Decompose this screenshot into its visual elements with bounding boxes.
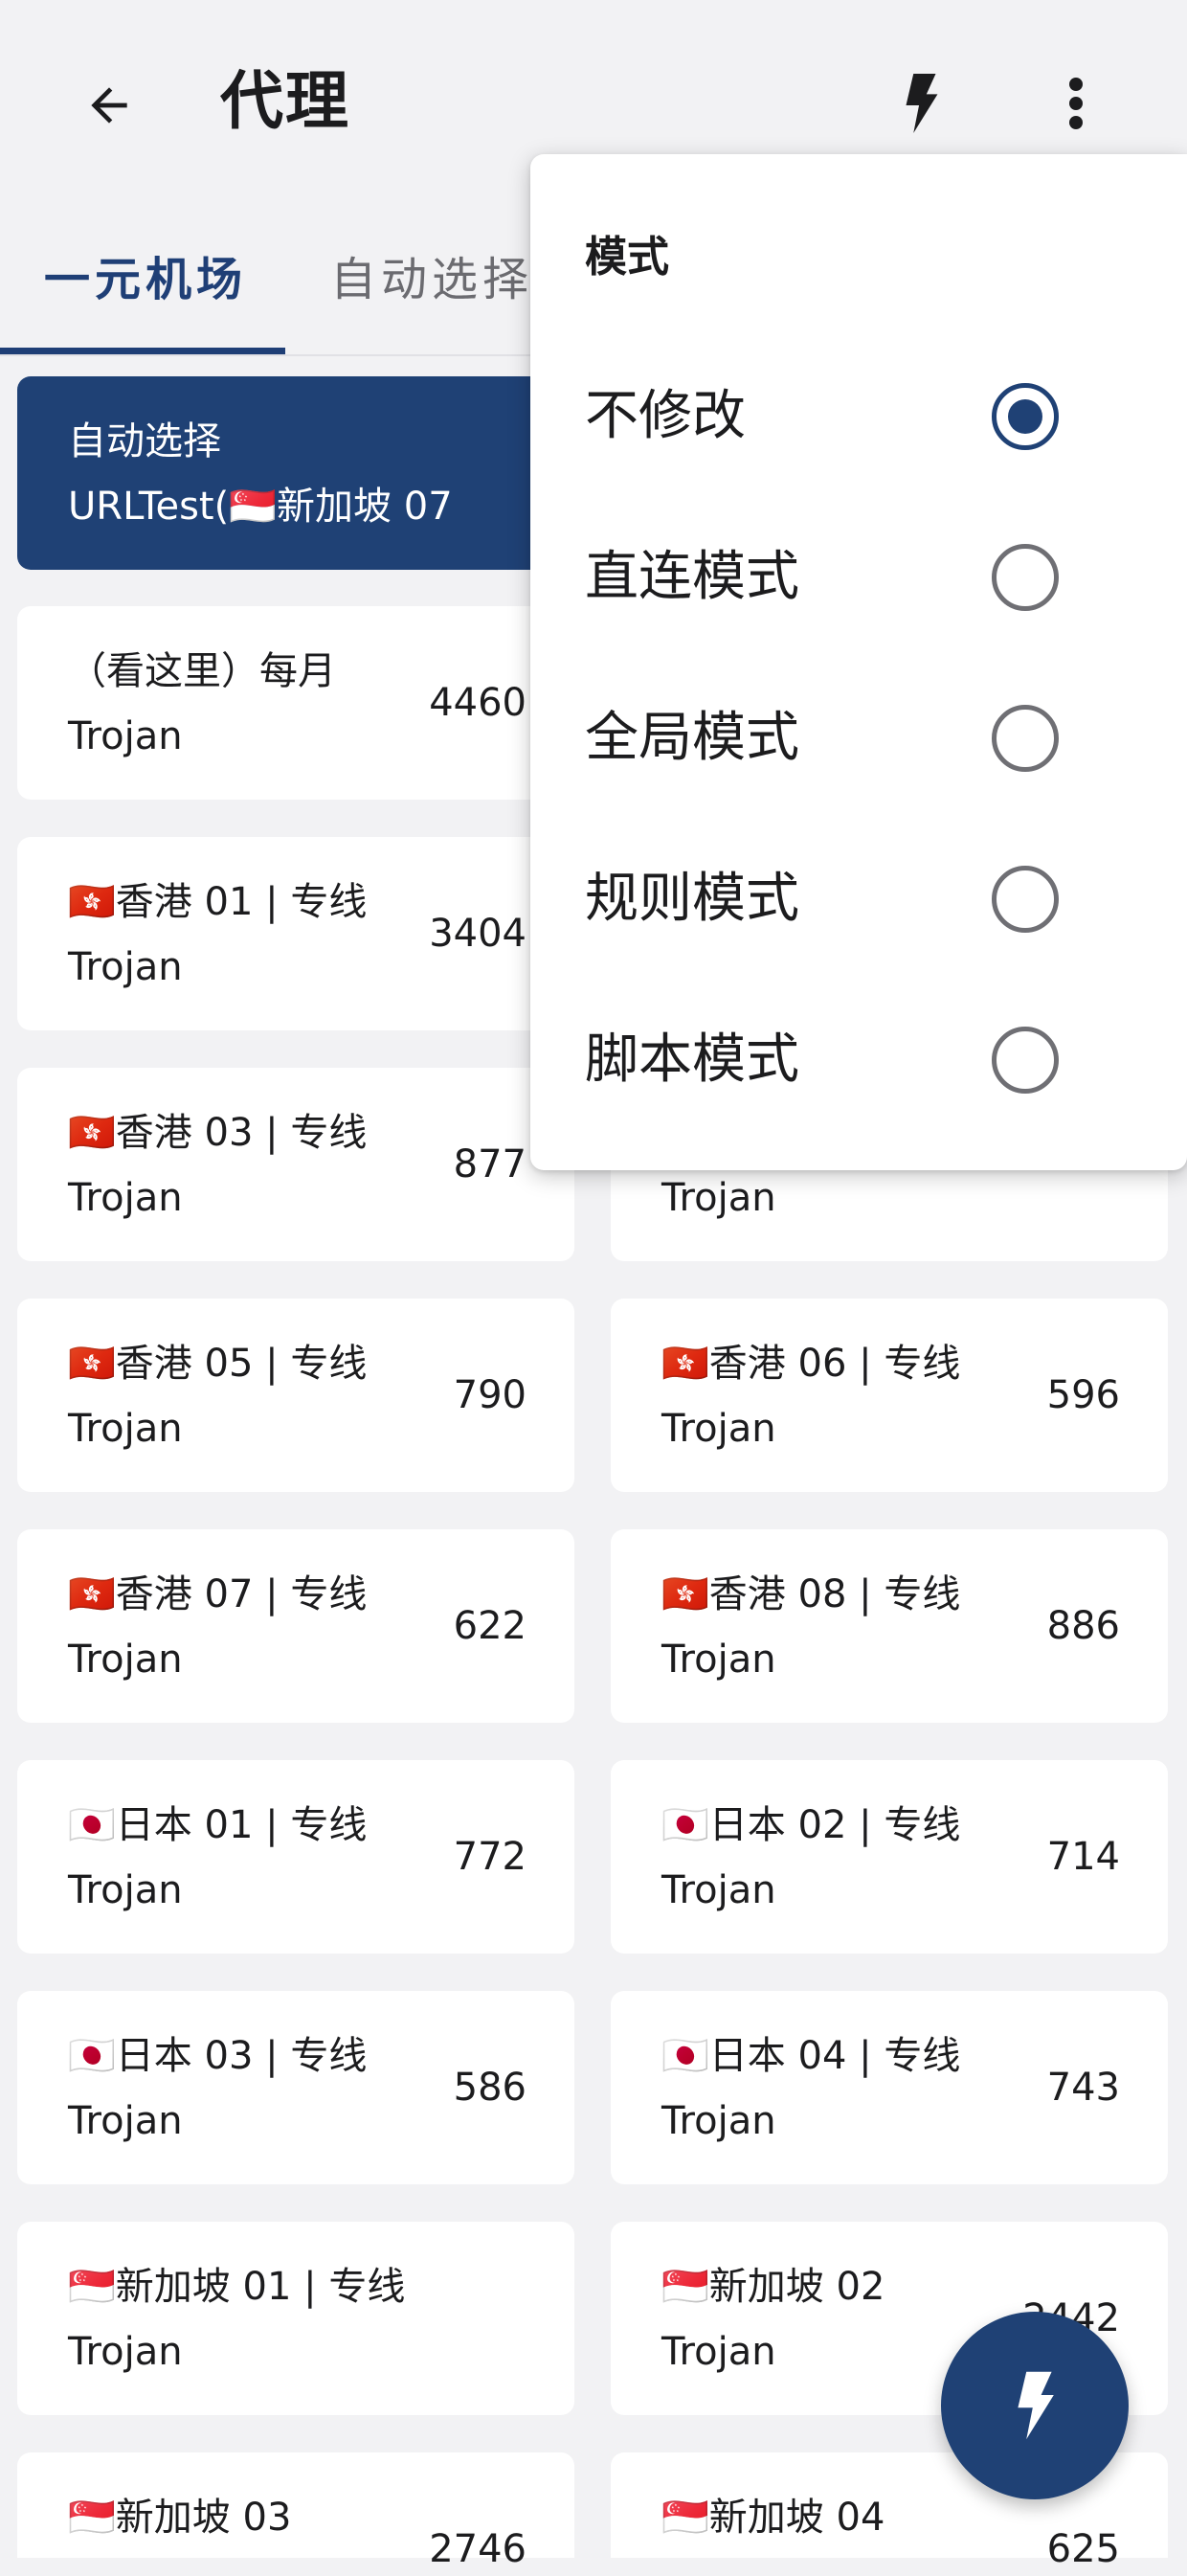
proxy-name: 🇯🇵日本 01 | 专线 (68, 1803, 368, 1847)
proxy-name: 🇸🇬新加坡 03 (68, 2496, 292, 2540)
proxy-type: Trojan (68, 2330, 183, 2374)
proxy-name: 🇭🇰香港 07 | 专线 (68, 1572, 368, 1616)
proxy-name: 🇭🇰香港 06 | 专线 (661, 1342, 961, 1386)
proxy-name: 🇯🇵日本 03 | 专线 (68, 2034, 368, 2078)
more-options-button[interactable] (1041, 63, 1110, 144)
proxy-name: 🇸🇬新加坡 01 | 专线 (68, 2265, 406, 2309)
proxy-type: Trojan (68, 1407, 183, 1451)
tab-group-2[interactable]: 自动选择 (330, 239, 533, 358)
mode-option-direct[interactable]: 直连模式 (530, 497, 1187, 658)
arrow-left-icon (91, 87, 127, 124)
radio-unchecked-icon[interactable] (992, 866, 1059, 933)
proxy-name: （看这里）每月 (68, 649, 336, 693)
mode-option-label: 不修改 (585, 385, 746, 447)
tab-group-1[interactable]: 一元机场 (44, 239, 247, 358)
proxy-card[interactable]: （看这里）每月 Trojan 4460 (17, 606, 574, 800)
proxy-card[interactable]: 🇭🇰香港 08 | 专线 Trojan 886 (611, 1529, 1168, 1723)
proxy-type: Trojan (68, 714, 183, 758)
proxy-delay: 4460 (429, 681, 526, 725)
delay-test-button[interactable] (881, 63, 961, 144)
more-vertical-icon (1069, 78, 1083, 129)
proxy-delay: 596 (1046, 1373, 1120, 1417)
proxy-card[interactable]: 🇯🇵日本 04 | 专线 Trojan 743 (611, 1991, 1168, 2184)
tab-indicator (0, 348, 285, 354)
proxy-card[interactable]: 🇭🇰香港 01 | 专线 Trojan 3404 (17, 837, 574, 1030)
mode-menu-header: 模式 (585, 233, 669, 282)
proxy-card[interactable]: 🇸🇬新加坡 01 | 专线 Trojan (17, 2222, 574, 2415)
mode-option-label: 规则模式 (585, 868, 799, 930)
mode-option-no-change[interactable]: 不修改 (530, 336, 1187, 497)
mode-menu: 模式 不修改 直连模式 全局模式 规则模式 脚本模式 (530, 154, 1187, 1170)
radio-checked-icon[interactable] (992, 383, 1059, 450)
lightning-bolt-icon (906, 74, 938, 133)
proxy-delay: 714 (1046, 1835, 1120, 1879)
proxy-name: 🇭🇰香港 03 | 专线 (68, 1111, 368, 1155)
proxy-type: Trojan (661, 1868, 776, 1912)
selected-group-detail: URLTest(🇸🇬新加坡 07 (68, 485, 453, 529)
proxy-delay: 622 (453, 1604, 526, 1648)
mode-option-script[interactable]: 脚本模式 (530, 980, 1187, 1141)
proxy-type: Trojan (68, 1868, 183, 1912)
proxy-card[interactable]: 🇭🇰香港 03 | 专线 Trojan 877 (17, 1068, 574, 1261)
proxy-type: Trojan (661, 1176, 776, 1220)
back-button[interactable] (71, 67, 147, 144)
lightning-bolt-icon (1018, 2371, 1054, 2440)
proxy-name: 🇯🇵日本 02 | 专线 (661, 1803, 961, 1847)
radio-unchecked-icon[interactable] (992, 1027, 1059, 1094)
radio-unchecked-icon[interactable] (992, 544, 1059, 611)
mode-option-global[interactable]: 全局模式 (530, 658, 1187, 819)
proxy-card[interactable]: 🇭🇰香港 06 | 专线 Trojan 596 (611, 1299, 1168, 1492)
proxy-name: 🇭🇰香港 08 | 专线 (661, 1572, 961, 1616)
proxy-type: Trojan (68, 1176, 183, 1220)
proxy-delay: 877 (453, 1142, 526, 1186)
mode-option-label: 直连模式 (585, 546, 799, 608)
proxy-name: 🇸🇬新加坡 04 (661, 2496, 885, 2540)
proxy-name: 🇭🇰香港 05 | 专线 (68, 1342, 368, 1386)
proxy-type: Trojan (68, 2099, 183, 2143)
selected-group-name: 自动选择 (68, 419, 221, 463)
proxy-type: Trojan (68, 1638, 183, 1682)
proxy-card[interactable]: 🇸🇬新加坡 03 2746 (17, 2452, 574, 2571)
mode-option-label: 脚本模式 (585, 1028, 799, 1091)
proxy-type: Trojan (661, 1638, 776, 1682)
proxy-name: 🇸🇬新加坡 02 (661, 2265, 885, 2309)
proxy-delay: 886 (1046, 1604, 1120, 1648)
selected-proxy-card[interactable]: 自动选择 URLTest(🇸🇬新加坡 07 (17, 376, 574, 570)
proxy-delay: 2746 (429, 2527, 526, 2571)
proxy-name: 🇯🇵日本 04 | 专线 (661, 2034, 961, 2078)
proxy-type: Trojan (68, 945, 183, 989)
proxy-card[interactable]: 🇯🇵日本 03 | 专线 Trojan 586 (17, 1991, 574, 2184)
proxy-delay: 625 (1046, 2527, 1120, 2571)
proxy-card[interactable]: 🇭🇰香港 05 | 专线 Trojan 790 (17, 1299, 574, 1492)
proxy-delay: 743 (1046, 2066, 1120, 2110)
radio-unchecked-icon[interactable] (992, 705, 1059, 772)
proxy-type: Trojan (661, 2330, 776, 2374)
mode-option-rule[interactable]: 规则模式 (530, 819, 1187, 980)
delay-test-fab[interactable] (941, 2312, 1129, 2499)
proxy-card[interactable]: 🇯🇵日本 02 | 专线 Trojan 714 (611, 1760, 1168, 1954)
proxy-card[interactable]: 🇯🇵日本 01 | 专线 Trojan 772 (17, 1760, 574, 1954)
proxy-card[interactable]: 🇭🇰香港 07 | 专线 Trojan 622 (17, 1529, 574, 1723)
proxy-delay: 772 (453, 1835, 526, 1879)
proxy-delay: 586 (453, 2066, 526, 2110)
mode-option-label: 全局模式 (585, 707, 799, 769)
proxy-delay: 790 (453, 1373, 526, 1417)
proxy-type: Trojan (661, 2099, 776, 2143)
page-title: 代理 (220, 64, 350, 138)
proxy-type: Trojan (661, 1407, 776, 1451)
proxy-name: 🇭🇰香港 01 | 专线 (68, 880, 368, 924)
proxy-delay: 3404 (429, 912, 526, 956)
